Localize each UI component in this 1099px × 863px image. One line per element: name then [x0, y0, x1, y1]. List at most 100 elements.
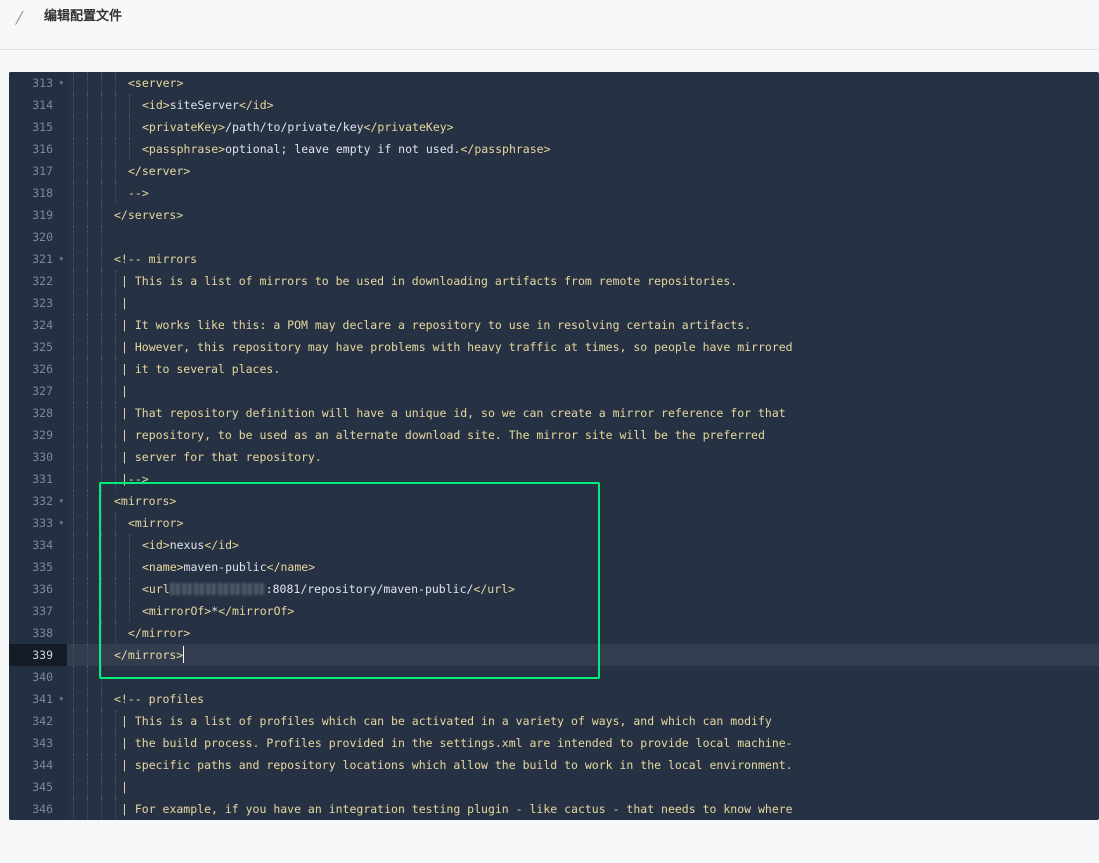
code-text: |: [121, 776, 128, 798]
code-text: <url:8081/repository/maven-public/</url>: [142, 578, 515, 600]
code-line[interactable]: |: [67, 776, 1099, 798]
code-line[interactable]: -->: [67, 182, 1099, 204]
code-line[interactable]: | This is a list of profiles which can b…: [67, 710, 1099, 732]
code-line[interactable]: <passphrase>optional; leave empty if not…: [67, 138, 1099, 160]
line-number: 323: [9, 292, 67, 314]
fold-arrow-icon[interactable]: ▾: [59, 490, 63, 512]
fold-arrow-icon[interactable]: ▾: [59, 688, 63, 710]
code-line[interactable]: [67, 666, 1099, 688]
xml-comment: <!-- mirrors: [114, 252, 198, 266]
indent-guide: [101, 688, 102, 710]
line-number-text: 313: [32, 76, 53, 90]
code-line[interactable]: | the build process. Profiles provided i…: [67, 732, 1099, 754]
line-number-text: 333: [32, 516, 53, 530]
code-line[interactable]: |: [67, 292, 1099, 314]
xml-comment: |-->: [121, 472, 149, 486]
code-line[interactable]: <url:8081/repository/maven-public/</url>: [67, 578, 1099, 600]
xml-comment: | specific paths and repository location…: [121, 758, 793, 772]
xml-tag: </id>: [204, 538, 239, 552]
code-line[interactable]: <id>siteServer</id>: [67, 94, 1099, 116]
line-number: 331: [9, 468, 67, 490]
line-number: 335: [9, 556, 67, 578]
xml-tag: <url: [142, 582, 170, 596]
code-line[interactable]: </mirrors>: [67, 644, 1099, 666]
xml-tag: </server>: [128, 164, 191, 178]
code-line[interactable]: | It works like this: a POM may declare …: [67, 314, 1099, 336]
code-line[interactable]: <id>nexus</id>: [67, 534, 1099, 556]
indent-guide: [73, 292, 74, 314]
indent-guide: [73, 798, 74, 820]
code-line[interactable]: </mirror>: [67, 622, 1099, 644]
code-line[interactable]: |-->: [67, 468, 1099, 490]
indent-guide: [87, 204, 88, 226]
code-text: |: [121, 380, 128, 402]
indent-guide: [101, 732, 102, 754]
indent-guide: [73, 138, 74, 160]
code-text: <id>siteServer</id>: [142, 94, 274, 116]
indent-guide: [101, 358, 102, 380]
code-line[interactable]: | This is a list of mirrors to be used i…: [67, 270, 1099, 292]
line-number-text: 337: [32, 604, 53, 618]
indent-guide: [101, 666, 102, 688]
line-number-text: 336: [32, 582, 53, 596]
line-number: 340: [9, 666, 67, 688]
code-line[interactable]: | That repository definition will have a…: [67, 402, 1099, 424]
code-line[interactable]: </servers>: [67, 204, 1099, 226]
indent-guide: [87, 292, 88, 314]
indent-guide: [115, 424, 116, 446]
line-number-text: 317: [32, 164, 53, 178]
page-title: 编辑配置文件: [44, 9, 123, 24]
indent-guide: [101, 138, 102, 160]
code-line[interactable]: [67, 226, 1099, 248]
fold-arrow-icon[interactable]: ▾: [59, 512, 63, 534]
indent-guide: [73, 644, 74, 666]
fold-arrow-icon[interactable]: ▾: [59, 248, 63, 270]
line-number: 315: [9, 116, 67, 138]
code-text: <name>maven-public</name>: [142, 556, 315, 578]
code-line[interactable]: |: [67, 380, 1099, 402]
code-line[interactable]: </server>: [67, 160, 1099, 182]
indent-guide: [73, 446, 74, 468]
code-text: <!-- mirrors: [114, 248, 197, 270]
fold-arrow-icon[interactable]: ▾: [59, 72, 63, 94]
line-number: 341 ▾: [9, 688, 67, 710]
indent-guide: [73, 94, 74, 116]
line-number-text: 332: [32, 494, 53, 508]
line-number-text: 334: [32, 538, 53, 552]
line-number-text: 343: [32, 736, 53, 750]
code-area[interactable]: <server> <id>siteServer</id> <privateKey>/…: [67, 72, 1099, 820]
code-line[interactable]: <mirror>: [67, 512, 1099, 534]
line-number-text: 320: [32, 230, 53, 244]
code-line[interactable]: | specific paths and repository location…: [67, 754, 1099, 776]
code-line[interactable]: <mirrorOf>*</mirrorOf>: [67, 600, 1099, 622]
xml-tag: <passphrase>: [142, 142, 226, 156]
xml-value: /path/to/private/key: [225, 120, 364, 134]
code-text: -->: [128, 182, 149, 204]
indent-guide: [101, 380, 102, 402]
code-editor[interactable]: 313 ▾ 314 315 316 317 318 319 320 321 ▾ 322 323 324 32…: [9, 72, 1099, 820]
code-line[interactable]: <mirrors>: [67, 490, 1099, 512]
indent-guide: [87, 578, 88, 600]
code-line[interactable]: <!-- mirrors: [67, 248, 1099, 270]
code-line[interactable]: <server>: [67, 72, 1099, 94]
code-line[interactable]: | it to several places.: [67, 358, 1099, 380]
indent-guide: [115, 468, 116, 490]
code-text: |: [121, 292, 128, 314]
line-number-text: 322: [32, 274, 53, 288]
line-number-text: 335: [32, 560, 53, 574]
code-line[interactable]: <name>maven-public</name>: [67, 556, 1099, 578]
indent-guide: [73, 600, 74, 622]
code-line[interactable]: | repository, to be used as an alternate…: [67, 424, 1099, 446]
code-line[interactable]: | However, this repository may have prob…: [67, 336, 1099, 358]
code-line[interactable]: | server for that repository.: [67, 446, 1099, 468]
indent-guide: [87, 182, 88, 204]
code-line[interactable]: <!-- profiles: [67, 688, 1099, 710]
xml-comment: | server for that repository.: [121, 450, 322, 464]
indent-guide: [129, 116, 130, 138]
code-line[interactable]: | For example, if you have an integratio…: [67, 798, 1099, 820]
code-line[interactable]: <privateKey>/path/to/private/key</privat…: [67, 116, 1099, 138]
indent-guide: [101, 116, 102, 138]
indent-guide: [101, 314, 102, 336]
xml-tag: </name>: [266, 560, 316, 574]
indent-guide: [115, 336, 116, 358]
